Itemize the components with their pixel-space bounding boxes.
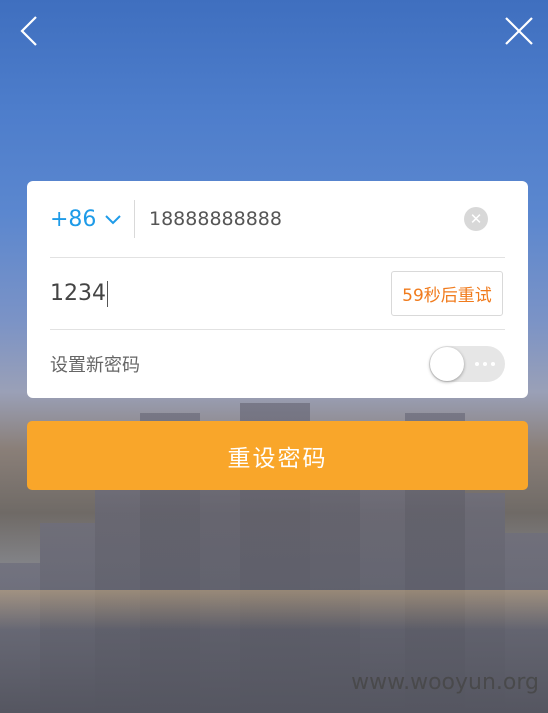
phone-input[interactable]: 18888888888 <box>149 208 464 230</box>
back-arrow-icon[interactable] <box>14 14 48 48</box>
text-cursor <box>107 280 108 307</box>
toggle-knob <box>430 347 464 381</box>
country-code-select[interactable]: +86 <box>50 200 135 238</box>
close-icon[interactable] <box>502 14 536 48</box>
reset-password-form: +86 18888888888 ✕ 1234 59秒后重试 设置新密码 <box>27 181 528 398</box>
new-password-label: 设置新密码 <box>50 355 140 376</box>
watermark: www.wooyun.org <box>351 670 539 695</box>
verification-row: 1234 59秒后重试 <box>50 258 505 330</box>
verification-code-value: 1234 <box>50 281 106 306</box>
clear-icon[interactable]: ✕ <box>464 207 488 231</box>
resend-code-button[interactable]: 59秒后重试 <box>391 271 503 316</box>
verification-code-input[interactable]: 1234 <box>50 280 391 307</box>
new-password-toggle[interactable] <box>429 346 505 382</box>
phone-row: +86 18888888888 ✕ <box>50 181 505 258</box>
more-dots-icon <box>475 346 495 382</box>
country-code-value: +86 <box>50 206 97 232</box>
chevron-down-icon <box>105 215 122 225</box>
reset-password-button[interactable]: 重设密码 <box>27 421 528 490</box>
new-password-row: 设置新密码 <box>50 330 505 398</box>
